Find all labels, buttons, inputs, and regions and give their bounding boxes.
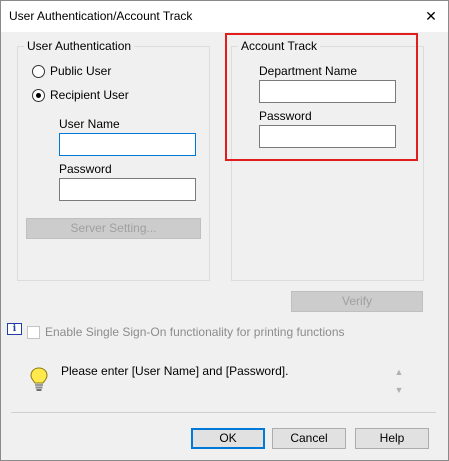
- user-password-input[interactable]: [60, 179, 195, 200]
- user-password-label: Password: [59, 162, 112, 176]
- sso-checkbox[interactable]: [27, 326, 40, 339]
- dialog-window: User Authentication/Account Track ✕ User…: [0, 0, 449, 461]
- help-button[interactable]: Help: [355, 428, 429, 449]
- recipient-user-label: Recipient User: [50, 88, 129, 102]
- user-name-field[interactable]: [59, 133, 196, 156]
- scroll-down-icon[interactable]: ▼: [392, 381, 406, 399]
- message-text: Please enter [User Name] and [Password].: [61, 364, 289, 378]
- recipient-user-radio-indicator[interactable]: [32, 88, 45, 102]
- account-track-highlight: [225, 33, 418, 161]
- footer-separator: [11, 412, 436, 413]
- user-name-input[interactable]: [60, 134, 195, 155]
- public-user-radio-indicator[interactable]: [32, 64, 45, 78]
- user-authentication-group: User Authentication: [17, 39, 210, 281]
- server-setting-button[interactable]: Server Setting...: [26, 218, 201, 239]
- user-authentication-group-label: User Authentication: [24, 39, 135, 53]
- info-icon: i: [7, 323, 22, 335]
- message-scrollbar[interactable]: ▲ ▼: [392, 363, 406, 403]
- recipient-user-radio[interactable]: Recipient User: [32, 88, 129, 102]
- ok-button[interactable]: OK: [191, 428, 265, 449]
- scroll-up-icon[interactable]: ▲: [392, 363, 406, 381]
- window-title: User Authentication/Account Track: [9, 9, 193, 23]
- user-name-label: User Name: [59, 117, 120, 131]
- user-password-field[interactable]: [59, 178, 196, 201]
- close-icon: ✕: [425, 8, 437, 24]
- public-user-label: Public User: [50, 64, 112, 78]
- verify-button[interactable]: Verify: [291, 291, 423, 312]
- title-bar: User Authentication/Account Track ✕: [1, 1, 448, 32]
- cancel-button[interactable]: Cancel: [272, 428, 346, 449]
- message-area: Please enter [User Name] and [Password].: [25, 358, 413, 408]
- sso-label: Enable Single Sign-On functionality for …: [45, 325, 345, 339]
- lightbulb-icon: [30, 367, 48, 391]
- close-button[interactable]: ✕: [414, 1, 448, 31]
- public-user-radio[interactable]: Public User: [32, 64, 111, 78]
